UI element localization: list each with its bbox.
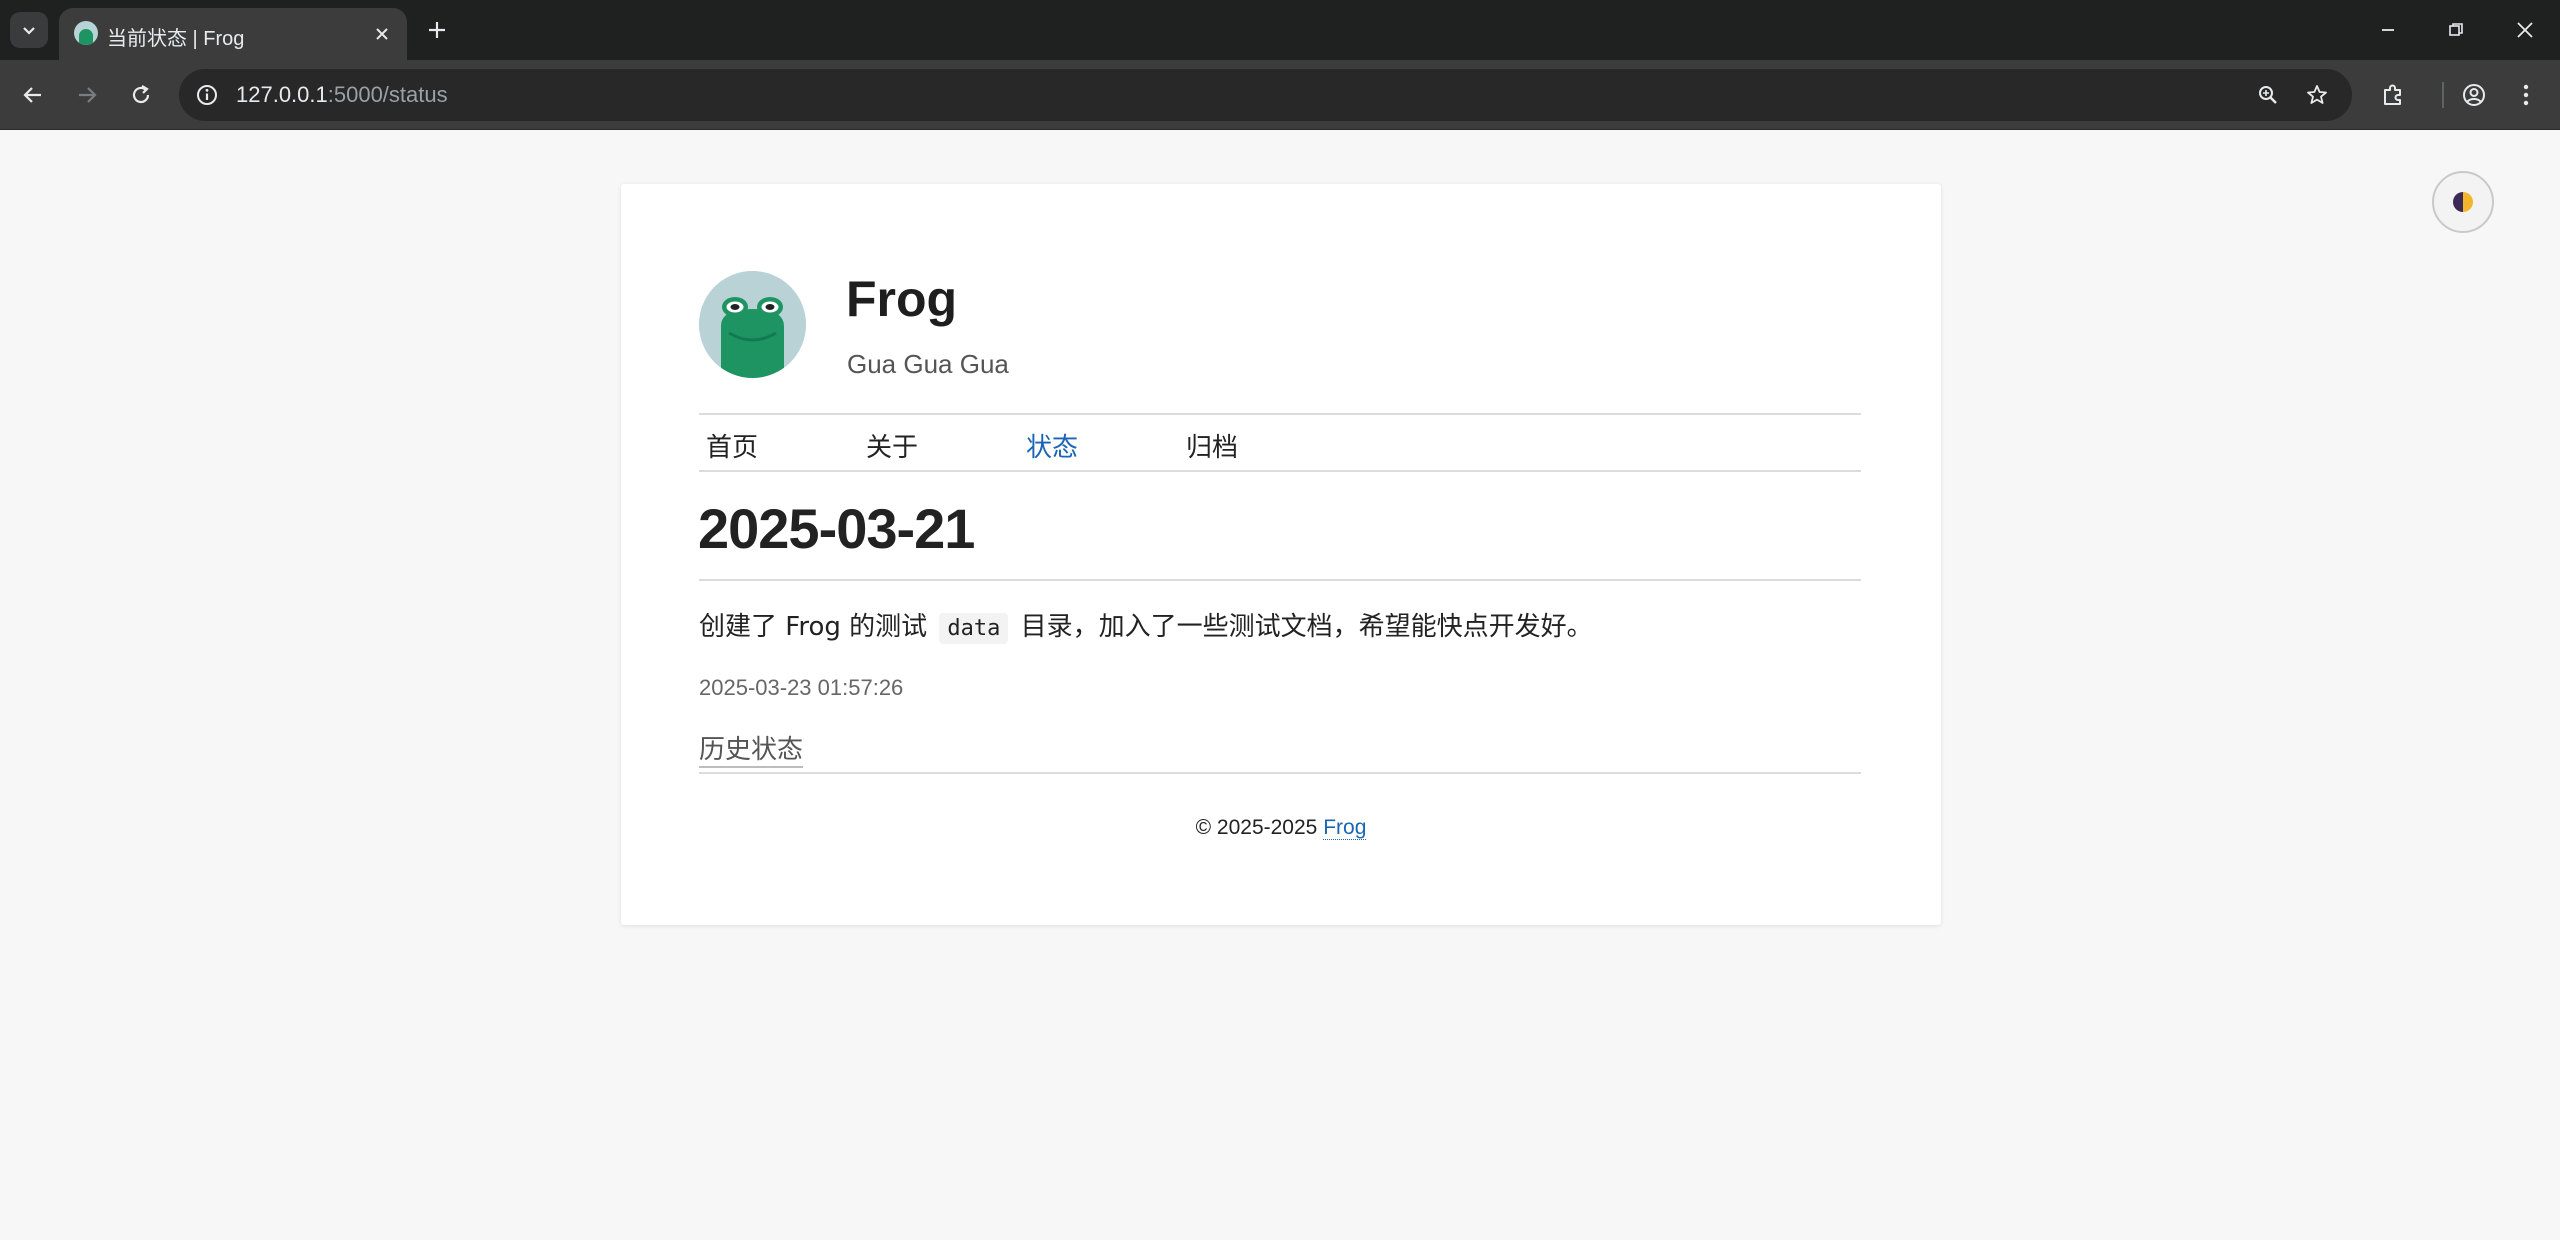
restore-button[interactable] xyxy=(2431,8,2481,52)
arrow-left-icon xyxy=(23,87,41,103)
browser-tab-strip: 当前状态 | Frog xyxy=(0,0,2560,60)
zoom-icon[interactable] xyxy=(2253,80,2283,110)
content-card: Frog Gua Gua Gua 首页 关于 状态 归档 2025-03-21 … xyxy=(621,184,1941,925)
browser-toolbar: 127.0.0.1:5000/status xyxy=(0,60,2560,130)
puzzle-icon xyxy=(2384,84,2401,105)
extensions-button[interactable] xyxy=(2374,76,2412,114)
minimize-icon xyxy=(2382,29,2394,31)
nav-item-about[interactable]: 关于 xyxy=(859,426,925,470)
nav-item-home[interactable]: 首页 xyxy=(699,426,765,470)
divider xyxy=(699,413,1861,415)
divider xyxy=(699,579,1861,581)
footer: © 2025-2025 Frog xyxy=(621,816,1941,840)
frog-favicon-icon xyxy=(74,21,98,45)
bookmark-star-icon[interactable] xyxy=(2302,80,2332,110)
chevron-down-icon xyxy=(23,27,35,35)
reload-button[interactable] xyxy=(122,76,160,114)
address-bar[interactable]: 127.0.0.1:5000/status xyxy=(179,69,2352,121)
main-nav: 首页 关于 状态 归档 xyxy=(699,426,1339,470)
close-icon xyxy=(2517,22,2533,38)
post-timestamp: 2025-03-23 01:57:26 xyxy=(699,675,904,700)
divider xyxy=(699,772,1861,774)
close-icon xyxy=(376,28,388,40)
browser-menu-button[interactable] xyxy=(2507,76,2545,114)
browser-tab-active[interactable]: 当前状态 | Frog xyxy=(59,8,407,60)
site-info-icon[interactable] xyxy=(193,81,221,109)
tab-search-button[interactable] xyxy=(10,12,48,48)
minimize-button[interactable] xyxy=(2363,8,2413,52)
inline-code: data xyxy=(939,613,1009,644)
nav-item-status[interactable]: 状态 xyxy=(1019,426,1085,470)
footer-frog-link[interactable]: Frog xyxy=(1323,816,1367,840)
tab-close-button[interactable] xyxy=(369,21,395,47)
site-title[interactable]: Frog xyxy=(846,270,957,328)
url-text: 127.0.0.1:5000/status xyxy=(236,82,448,108)
url-path: :5000/status xyxy=(327,82,448,107)
post-title: 2025-03-21 xyxy=(698,497,975,560)
divider xyxy=(699,470,1861,472)
reload-icon xyxy=(132,85,150,104)
profile-button[interactable] xyxy=(2455,76,2493,114)
frog-icon xyxy=(699,271,806,378)
nav-item-archive[interactable]: 归档 xyxy=(1179,426,1245,470)
site-subtitle: Gua Gua Gua xyxy=(847,349,1009,379)
post-body: 创建了 Frog 的测试 data 目录，加入了一些测试文档，希望能快点开发好。 xyxy=(699,606,1593,644)
account-icon xyxy=(2463,84,2485,106)
post-text-before: 创建了 Frog 的测试 xyxy=(699,612,928,642)
arrow-right-icon xyxy=(79,87,97,103)
theme-toggle-button[interactable] xyxy=(2432,171,2494,233)
back-button[interactable] xyxy=(14,76,52,114)
history-status-link[interactable]: 历史状态 xyxy=(699,729,804,768)
forward-button[interactable] xyxy=(68,76,106,114)
more-vertical-icon xyxy=(2523,84,2529,106)
plus-icon xyxy=(429,22,445,38)
restore-icon xyxy=(2449,23,2463,36)
footer-copyright: © 2025-2025 xyxy=(1195,816,1318,839)
post-text-after: 目录，加入了一些测试文档，希望能快点开发好。 xyxy=(1020,612,1593,642)
tab-title: 当前状态 | Frog xyxy=(107,28,245,50)
frog-avatar xyxy=(699,271,806,378)
url-host: 127.0.0.1 xyxy=(236,82,328,107)
half-moon-icon xyxy=(2453,192,2473,212)
new-tab-button[interactable] xyxy=(420,13,454,47)
close-window-button[interactable] xyxy=(2500,8,2550,52)
toolbar-divider xyxy=(2442,82,2444,108)
